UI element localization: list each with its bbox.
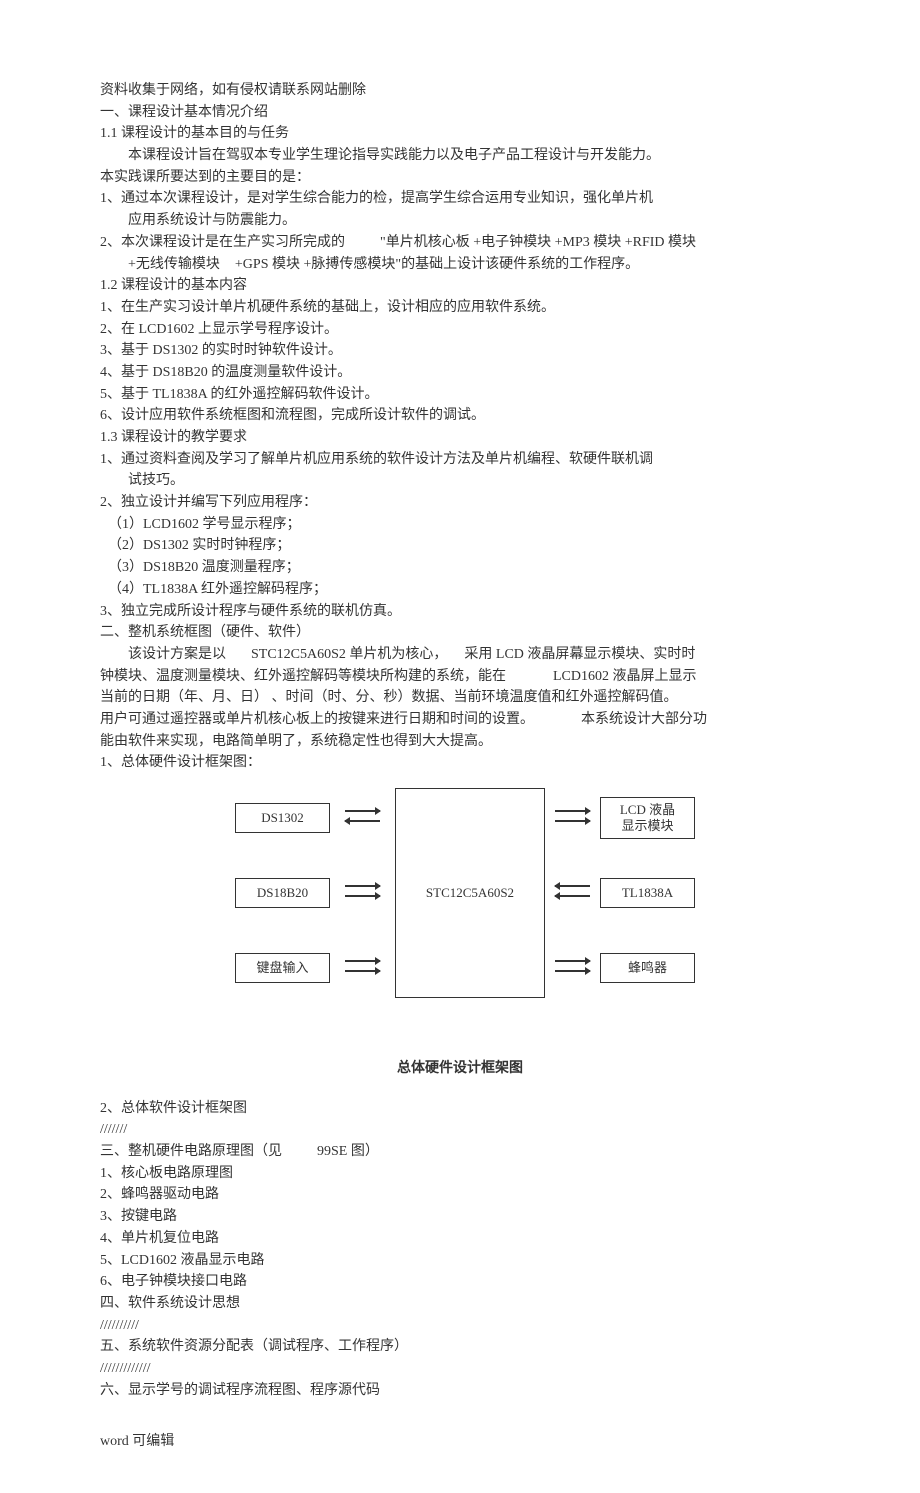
diagram-label: DS1302 bbox=[261, 808, 304, 828]
list-item: 3、基于 DS1302 的实时时钟软件设计。 bbox=[100, 340, 820, 362]
text-segment: +GPS 模块 +脉搏传感模块"的基础上设计该硬件系统的工作程序。 bbox=[235, 257, 639, 272]
section2-heading: 二、整机系统框图（硬件、软件） bbox=[100, 622, 820, 644]
footer-text: word 可编辑 bbox=[100, 1431, 820, 1453]
paragraph-text: 本实践课所要达到的主要目的是： bbox=[100, 167, 820, 189]
subsection-1-3: 1.3 课程设计的教学要求 bbox=[100, 427, 820, 449]
diagram-label: DS18B20 bbox=[257, 883, 308, 903]
section1-heading: 一、课程设计基本情况介绍 bbox=[100, 102, 820, 124]
diagram-box-ds18b20: DS18B20 bbox=[235, 878, 330, 908]
header-note: 资料收集于网络，如有侵权请联系网站删除 bbox=[100, 80, 820, 102]
section5-heading: 五、系统软件资源分配表（调试程序、工作程序） bbox=[100, 1336, 820, 1358]
document-page: 资料收集于网络，如有侵权请联系网站删除 一、课程设计基本情况介绍 1.1 课程设… bbox=[0, 0, 920, 1493]
placeholder-slashes: /////// bbox=[100, 1119, 820, 1141]
section4-heading: 四、软件系统设计思想 bbox=[100, 1293, 820, 1315]
list-item: 1、通过资料查阅及学习了解单片机应用系统的软件设计方法及单片机编程、软硬件联机调 bbox=[100, 449, 820, 471]
text-segment: 用户可通过遥控器或单片机核心板上的按键来进行日期和时间的设置。 bbox=[100, 712, 534, 727]
diagram-label: 蜂鸣器 bbox=[628, 958, 667, 978]
sub-list-item: （2）DS1302 实时时钟程序； bbox=[100, 535, 820, 557]
text-segment: LCD1602 液晶屏上显示 bbox=[553, 669, 697, 684]
list-item-cont: 应用系统设计与防震能力。 bbox=[100, 210, 820, 232]
list-item: 4、单片机复位电路 bbox=[100, 1228, 820, 1250]
list-item-cont: +无线传输模块 +GPS 模块 +脉搏传感模块"的基础上设计该硬件系统的工作程序… bbox=[100, 254, 820, 276]
list-item: 1、总体硬件设计框架图： bbox=[100, 752, 820, 774]
diagram-box-keyboard: 键盘输入 bbox=[235, 953, 330, 983]
list-item: 1、通过本次课程设计，是对学生综合能力的检，提高学生综合运用专业知识，强化单片机 bbox=[100, 188, 820, 210]
sub-list-item: （1）LCD1602 学号显示程序； bbox=[100, 514, 820, 536]
list-item: 6、电子钟模块接口电路 bbox=[100, 1271, 820, 1293]
text-segment: 本系统设计大部分功 bbox=[581, 712, 707, 727]
list-item: 5、LCD1602 液晶显示电路 bbox=[100, 1250, 820, 1272]
diagram-box-buzzer: 蜂鸣器 bbox=[600, 953, 695, 983]
list-item: 4、基于 DS18B20 的温度测量软件设计。 bbox=[100, 362, 820, 384]
arrow-icon bbox=[555, 885, 590, 909]
list-item-cont: 试技巧。 bbox=[100, 470, 820, 492]
diagram-box-tl1838a: TL1838A bbox=[600, 878, 695, 908]
text-segment: 钟模块、温度测量模块、红外遥控解码等模块所构建的系统，能在 bbox=[100, 669, 506, 684]
sub-list-item: （3）DS18B20 温度测量程序； bbox=[100, 557, 820, 579]
text-segment: "单片机核心板 bbox=[380, 235, 470, 250]
list-item: 1、核心板电路原理图 bbox=[100, 1163, 820, 1185]
text-segment: 采用 LCD 液晶屏幕显示模块、实时时 bbox=[464, 647, 695, 662]
list-item: 2、本次课程设计是在生产实习所完成的 "单片机核心板 +电子钟模块 +MP3 模… bbox=[100, 232, 820, 254]
text-segment: +电子钟模块 +MP3 模块 +RFID 模块 bbox=[473, 235, 696, 250]
diagram-label: 键盘输入 bbox=[256, 958, 308, 978]
hardware-diagram: STC12C5A60S2 DS1302 DS18B20 键盘输入 LCD 液晶 … bbox=[100, 788, 820, 1048]
diagram-box-lcd: LCD 液晶 显示模块 bbox=[600, 797, 695, 839]
arrow-icon bbox=[345, 810, 380, 834]
list-item: 2、蜂鸣器驱动电路 bbox=[100, 1184, 820, 1206]
text-segment: +无线传输模块 bbox=[128, 257, 220, 272]
list-item: 3、独立完成所设计程序与硬件系统的联机仿真。 bbox=[100, 601, 820, 623]
list-item: 2、在 LCD1602 上显示学号程序设计。 bbox=[100, 319, 820, 341]
arrow-icon bbox=[345, 960, 380, 984]
list-item: 3、按键电路 bbox=[100, 1206, 820, 1228]
text-segment: 99SE 图） bbox=[317, 1144, 379, 1159]
paragraph-text: 该设计方案是以 STC12C5A60S2 单片机为核心， 采用 LCD 液晶屏幕… bbox=[100, 644, 820, 666]
arrow-icon bbox=[555, 810, 590, 834]
list-item: 5、基于 TL1838A 的红外遥控解码软件设计。 bbox=[100, 384, 820, 406]
text-segment: 2、本次课程设计是在生产实习所完成的 bbox=[100, 235, 345, 250]
placeholder-slashes: ///////////// bbox=[100, 1358, 820, 1380]
diagram-label: TL1838A bbox=[622, 883, 673, 903]
text-segment: STC12C5A60S2 单片机为核心， bbox=[251, 647, 447, 662]
sub-list-item: （4）TL1838A 红外遥控解码程序； bbox=[100, 579, 820, 601]
arrow-icon bbox=[555, 960, 590, 984]
subsection-1-1: 1.1 课程设计的基本目的与任务 bbox=[100, 123, 820, 145]
section6-heading: 六、显示学号的调试程序流程图、程序源代码 bbox=[100, 1380, 820, 1402]
section3-heading: 三、整机硬件电路原理图（见 99SE 图） bbox=[100, 1141, 820, 1163]
list-item: 6、设计应用软件系统框图和流程图，完成所设计软件的调试。 bbox=[100, 405, 820, 427]
paragraph-text: 本课程设计旨在驾驭本专业学生理论指导实践能力以及电子产品工程设计与开发能力。 bbox=[100, 145, 820, 167]
text-segment: 该设计方案是以 bbox=[128, 647, 226, 662]
paragraph-text: 用户可通过遥控器或单片机核心板上的按键来进行日期和时间的设置。 本系统设计大部分… bbox=[100, 709, 820, 731]
arrow-icon bbox=[345, 885, 380, 909]
paragraph-text: 当前的日期（年、月、日） 、时间（时、分、秒）数据、当前环境温度值和红外遥控解码… bbox=[100, 687, 820, 709]
diagram-caption: 总体硬件设计框架图 bbox=[100, 1058, 820, 1080]
diagram-label: STC12C5A60S2 bbox=[426, 883, 514, 903]
paragraph-text: 钟模块、温度测量模块、红外遥控解码等模块所构建的系统，能在 LCD1602 液晶… bbox=[100, 666, 820, 688]
placeholder-slashes: ////////// bbox=[100, 1315, 820, 1337]
diagram-label: 显示模块 bbox=[621, 818, 673, 834]
text-segment: 三、整机硬件电路原理图（见 bbox=[100, 1144, 282, 1159]
paragraph-text: 能由软件来实现，电路简单明了，系统稳定性也得到大大提高。 bbox=[100, 731, 820, 753]
diagram-label: LCD 液晶 bbox=[620, 802, 675, 818]
list-item: 2、总体软件设计框架图 bbox=[100, 1098, 820, 1120]
diagram-box-center: STC12C5A60S2 bbox=[395, 788, 545, 998]
list-item: 2、独立设计并编写下列应用程序： bbox=[100, 492, 820, 514]
subsection-1-2: 1.2 课程设计的基本内容 bbox=[100, 275, 820, 297]
diagram-box-ds1302: DS1302 bbox=[235, 803, 330, 833]
list-item: 1、在生产实习设计单片机硬件系统的基础上，设计相应的应用软件系统。 bbox=[100, 297, 820, 319]
